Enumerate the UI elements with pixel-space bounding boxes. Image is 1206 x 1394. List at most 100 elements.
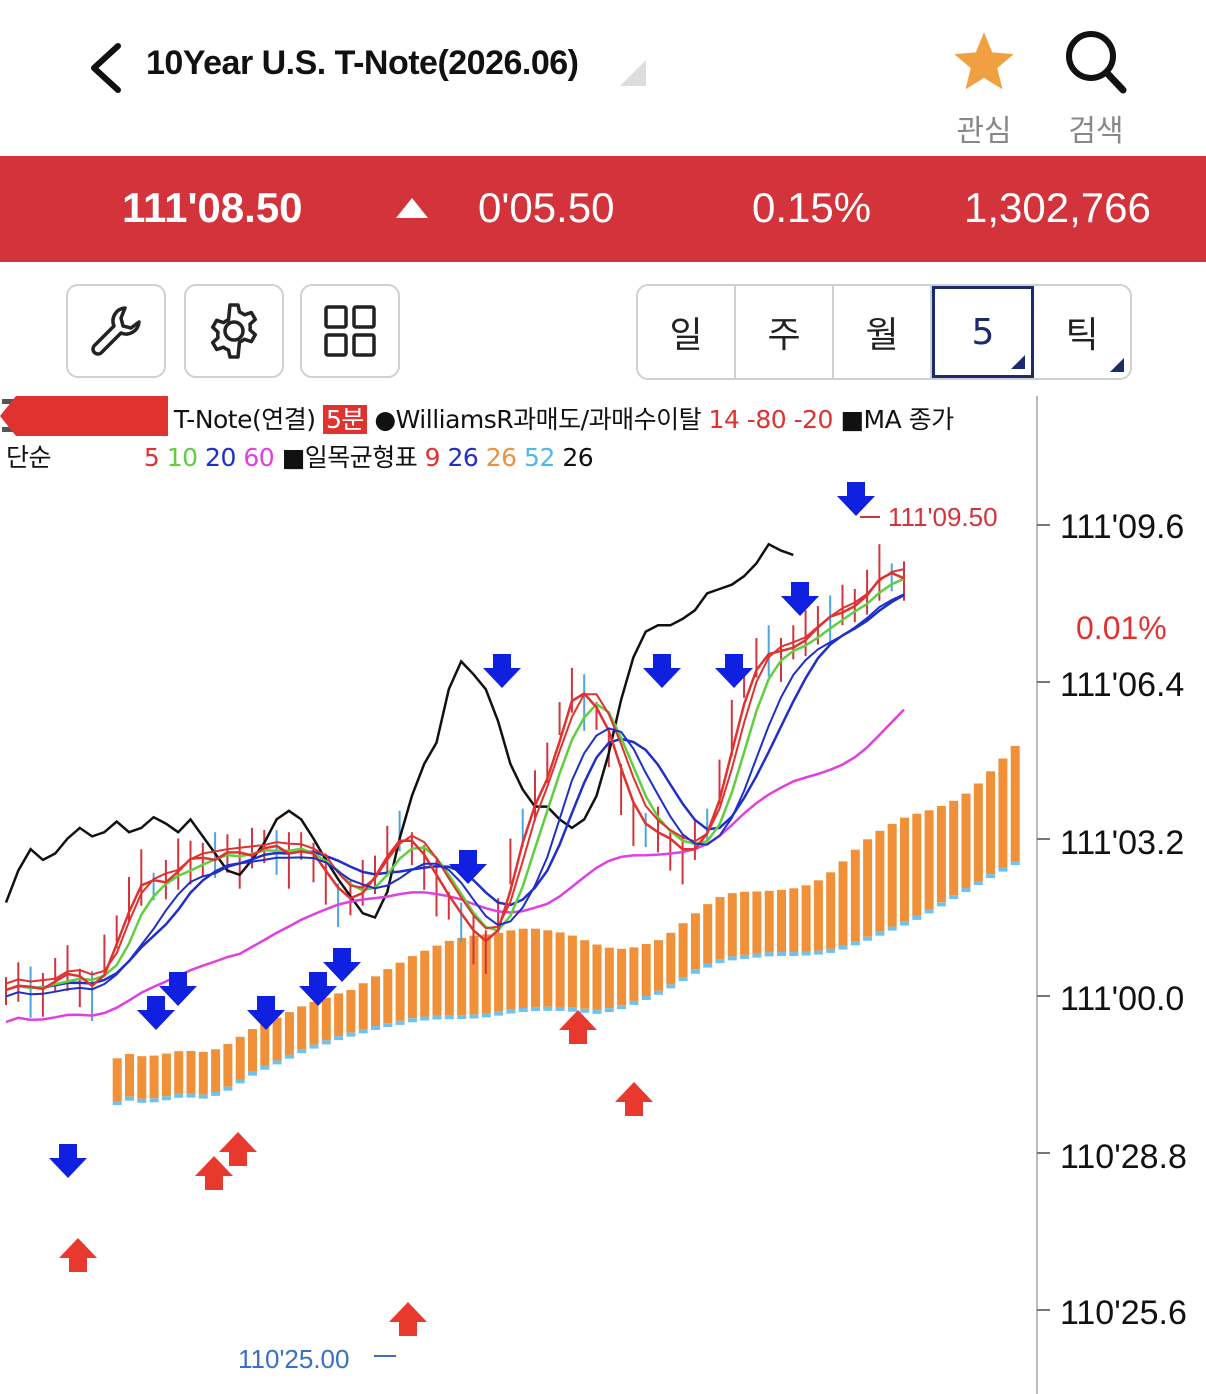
legend-ichimoku-span-a: 26 [485, 443, 517, 472]
cloud-base [863, 936, 873, 941]
legend-ma-20: 20 [205, 443, 236, 472]
cloud-bar [1010, 745, 1020, 861]
cloud-bar [407, 956, 417, 1019]
cloud-base [506, 1009, 516, 1014]
y-tick-label: 110'25.6 [1060, 1294, 1187, 1332]
cloud-base [137, 1098, 147, 1103]
y-tick-marks [1037, 524, 1050, 1311]
sell-signal-arrow [299, 972, 337, 1006]
cloud-bar [383, 969, 393, 1024]
cloud-base [555, 1007, 565, 1011]
volume: 1,302,766 [964, 184, 1151, 231]
buy-signal-arrow [59, 1238, 97, 1272]
cloud-base [567, 1007, 577, 1012]
lagging-span-line [4, 542, 794, 920]
cloud-base [371, 1026, 380, 1030]
cloud-base [580, 1008, 590, 1013]
cloud-bar [777, 889, 786, 952]
price-percent: 0.15% [752, 184, 872, 231]
cloud-base [715, 959, 725, 964]
cloud-bar [358, 983, 368, 1030]
cloud-bar [284, 1012, 294, 1055]
cloud-bar [850, 849, 860, 942]
tab-month[interactable]: 월 [834, 286, 932, 378]
settings-button[interactable] [184, 284, 284, 378]
cloud-base [924, 909, 934, 914]
cloud-base [727, 956, 737, 961]
cloud-bar [531, 928, 540, 1008]
cloud-base [764, 952, 774, 957]
cloud-base [469, 1014, 479, 1019]
up-triangle-icon [396, 198, 428, 218]
chart-canvas[interactable] [0, 396, 1206, 1394]
cloud-base [961, 888, 971, 892]
cloud-bar [395, 962, 405, 1021]
cloud-base [592, 1009, 602, 1014]
tab-day[interactable]: 일 [638, 286, 736, 378]
high-price-label: 111'09.50 [888, 502, 998, 532]
cloud-base [777, 952, 786, 956]
cloud-bar [629, 947, 639, 1001]
cloud-base [666, 984, 676, 989]
cloud-bar [826, 872, 836, 949]
cloud-bar [494, 932, 504, 1012]
price-bar: 111'08.50 0'05.50 0.15% 1,302,766 [0, 156, 1206, 262]
tab-week[interactable]: 주 [736, 286, 834, 378]
price-chart[interactable]: ■10Year U.S. T-Note(연결) 5분 ●WilliamsR과매도… [0, 396, 1206, 1394]
sell-signal-arrow [781, 582, 819, 616]
cloud-base [543, 1006, 553, 1011]
cloud-bar [764, 890, 774, 953]
current-price-label: 111'08.5 [1056, 564, 1181, 602]
tab-minute[interactable]: 5 [932, 286, 1034, 378]
legend-ichimoku: ■일목균형표 [281, 443, 418, 472]
cloud-bar [346, 990, 356, 1033]
cloud-base [752, 953, 762, 958]
cloud-bar [900, 817, 909, 922]
back-arrow-icon[interactable] [84, 40, 128, 96]
cloud-bar [112, 1058, 122, 1101]
cloud-base [284, 1054, 294, 1059]
tab-tick[interactable]: 틱 [1034, 286, 1130, 378]
y-tick-label: 111'09.6 [1060, 508, 1185, 546]
dropdown-triangle-icon[interactable] [620, 60, 646, 86]
cloud-base [174, 1093, 184, 1098]
sell-signal-arrow [715, 654, 753, 688]
cloud-base [531, 1007, 540, 1012]
wrench-icon [91, 306, 141, 356]
search-button[interactable]: 검색 [1056, 28, 1136, 148]
cloud-bar [617, 948, 627, 1006]
cloud-base [494, 1011, 504, 1016]
cloud-bar [137, 1056, 147, 1099]
cloud-base [186, 1093, 196, 1098]
period-tabs: 일 주 월 5 틱 [636, 284, 1132, 380]
wrench-button[interactable] [66, 284, 166, 378]
cloud-base [678, 977, 688, 981]
cloud-bar [211, 1049, 221, 1092]
cloud-base [1010, 861, 1020, 865]
cloud-bar [924, 810, 934, 910]
search-icon [1066, 31, 1127, 94]
cloud-bar [567, 935, 577, 1008]
cloud-bar [444, 940, 454, 1016]
cloud-bar [580, 940, 590, 1009]
legend-ma: ■MA 종가 [840, 405, 954, 434]
sell-signal-arrow [49, 1144, 87, 1178]
cloud-base [260, 1065, 270, 1070]
cloud-base [740, 954, 750, 959]
layout-button[interactable] [300, 284, 400, 378]
cloud-base [407, 1018, 417, 1023]
cloud-bar [641, 944, 651, 996]
cloud-bar [654, 940, 663, 991]
chart-toolbar: 일 주 월 5 틱 [0, 262, 1206, 390]
cloud-base [223, 1086, 233, 1091]
legend-ichimoku-span-b: 52 [524, 443, 555, 472]
favorite-button[interactable]: 관심 [944, 28, 1024, 148]
cloud-bar [248, 1029, 257, 1072]
cloud-base [826, 948, 836, 953]
cloud-base [617, 1005, 627, 1010]
favorite-label: 관심 [956, 115, 1012, 148]
grid-icon [324, 305, 376, 357]
y-tick-label: 111'00.0 [1060, 980, 1185, 1018]
legend-ichimoku-kijun: 26 [447, 443, 479, 472]
cloud-base [149, 1098, 159, 1103]
